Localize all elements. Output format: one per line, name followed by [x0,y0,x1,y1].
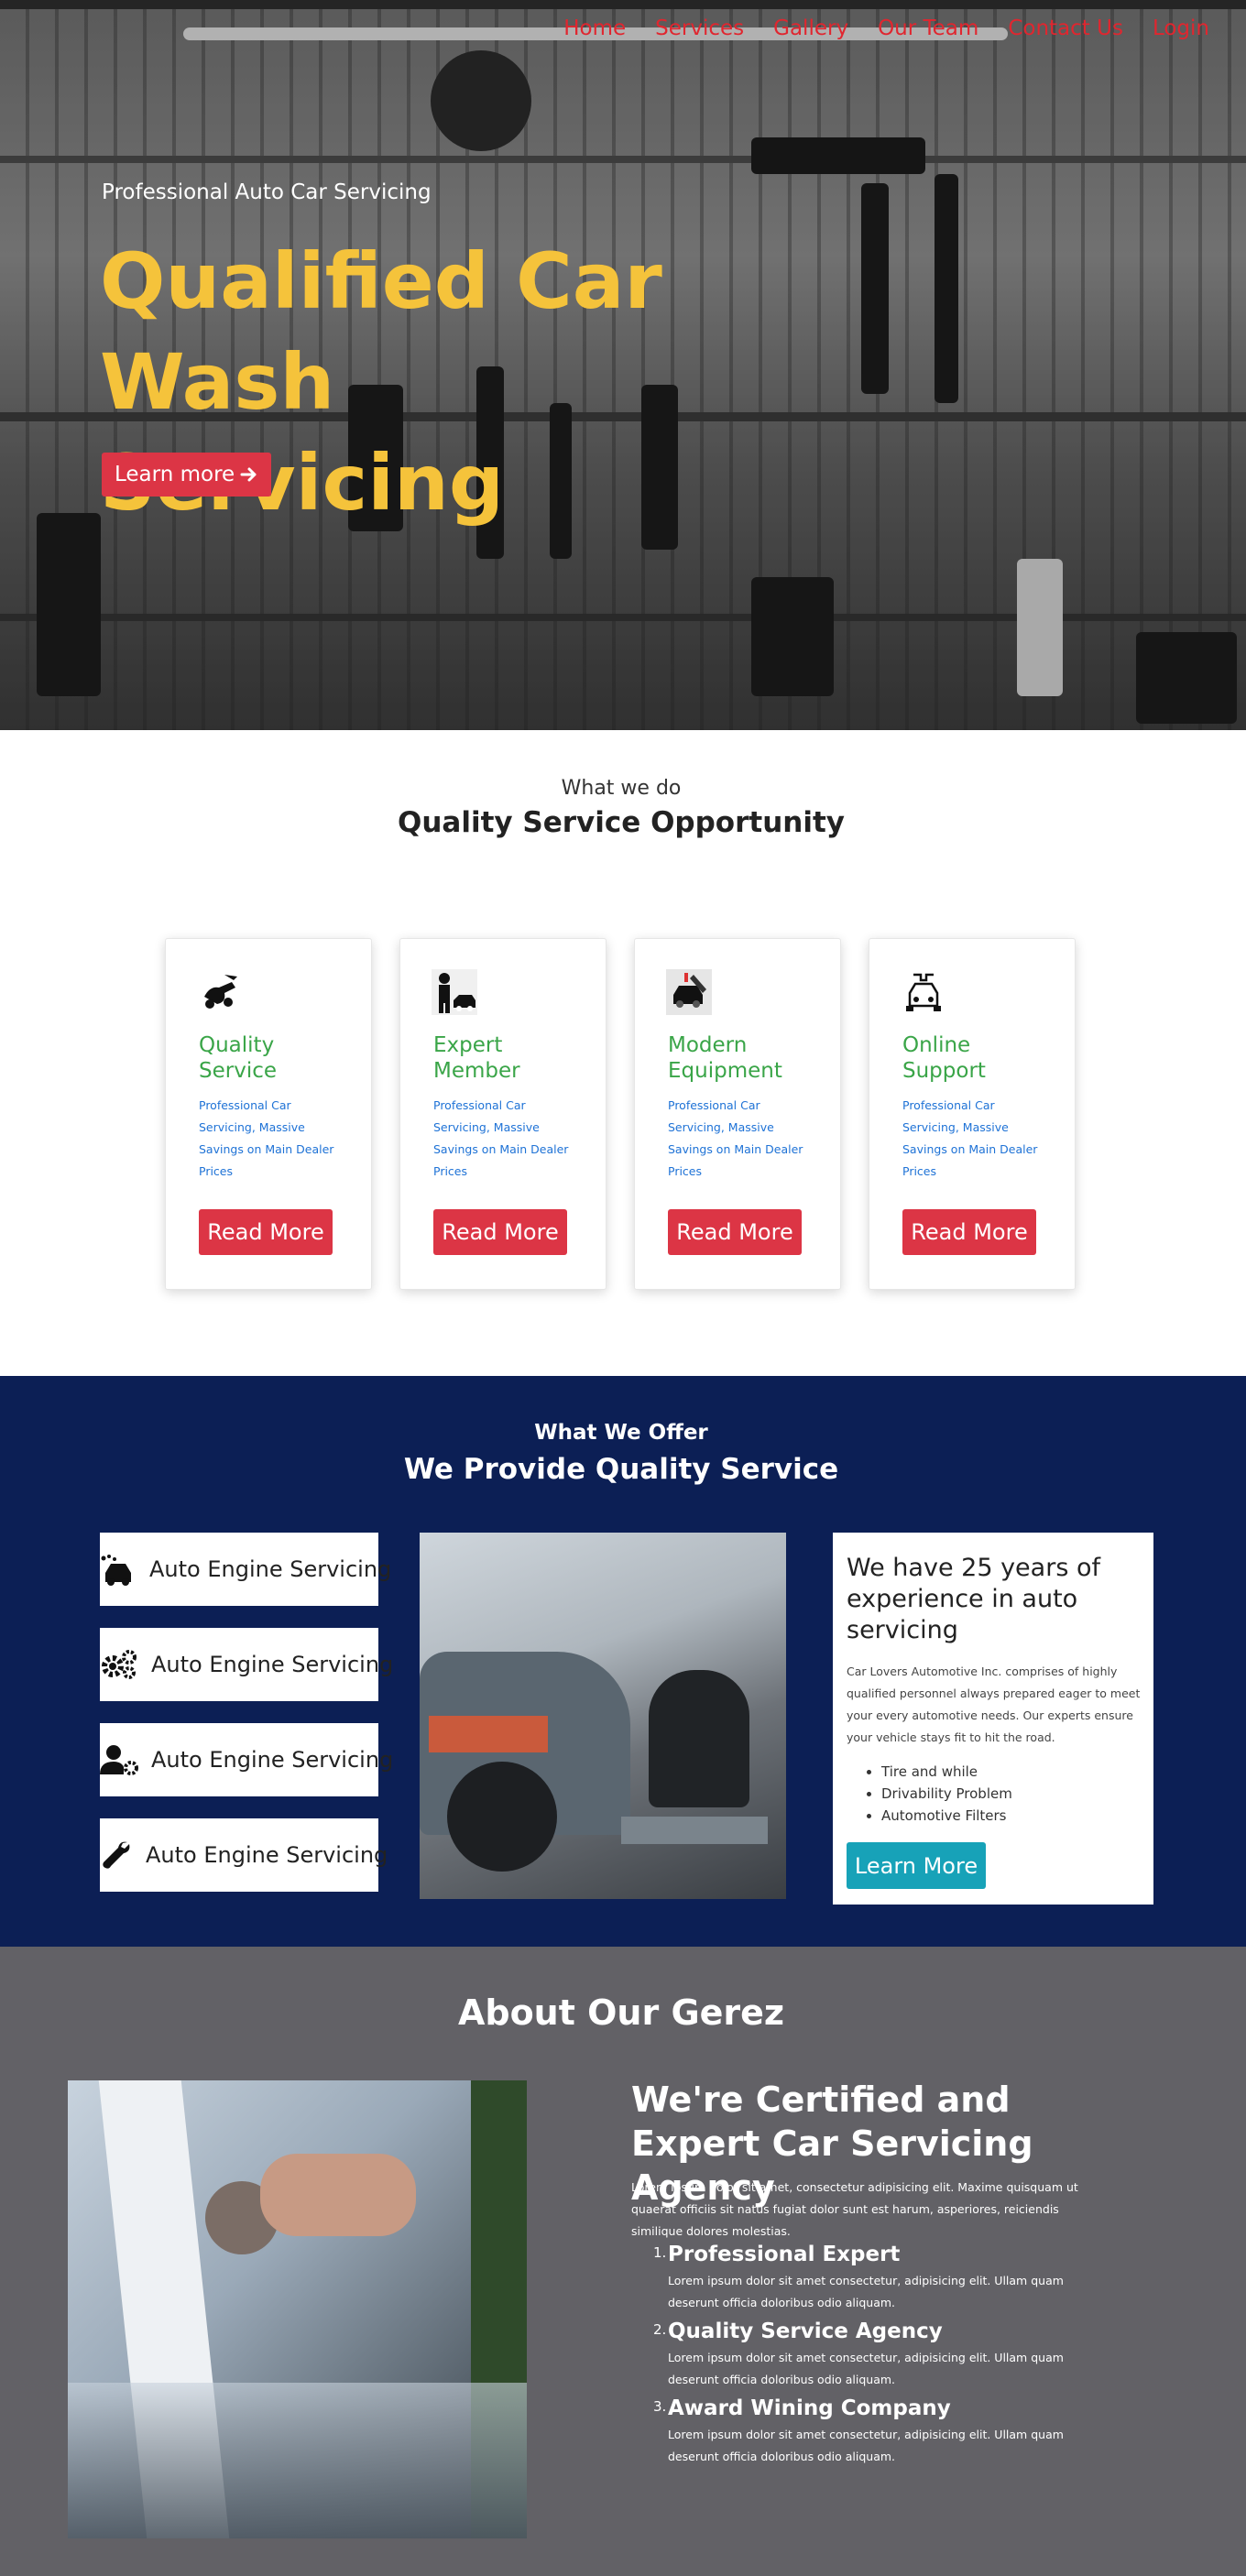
about-item: 2. Quality Service Agency Lorem ipsum do… [631,2316,1144,2393]
service-item[interactable]: Auto Engine Servicing [100,1818,388,1892]
main-nav: Home Services Gallery Our Team Contact U… [563,16,1209,40]
nav-services[interactable]: Services [655,16,744,40]
service-card: Online Support Professional Car Servicin… [869,938,1076,1290]
user-gear-icon [100,1740,138,1780]
experience-list: Tire and while Drivability Problem Autom… [881,1761,1012,1827]
photo-car-wheel [447,1762,557,1872]
experience-bullet: Automotive Filters [881,1805,1012,1827]
card-title: Online Support [902,1033,986,1083]
offer-title: We Provide Quality Service [403,1453,839,1486]
experience-bullet: Drivability Problem [881,1783,1012,1805]
gears-icon [100,1644,138,1685]
service-card: Expert Member Professional Car Servicing… [399,938,607,1290]
offer-label: What We Offer [534,1421,708,1445]
mechanic-icon [432,969,477,1015]
about-item: 1. Professional Expert Lorem ipsum dolor… [631,2239,1144,2316]
nav-gallery[interactable]: Gallery [773,16,848,40]
read-more-button[interactable]: Read More [668,1209,802,1255]
service-item[interactable]: Auto Engine Servicing [100,1723,393,1796]
car-wash-icon [100,1549,137,1589]
experience-text: Car Lovers Automotive Inc. comprises of … [847,1665,1141,1744]
about-item-text: Lorem ipsum dolor sit amet consectetur, … [668,2428,1064,2463]
about-item: 3. Award Wining Company Lorem ipsum dolo… [631,2393,1144,2470]
photo-floor-stand [621,1817,768,1844]
experience-bullet: Tire and while [881,1761,1012,1783]
nav-contact-us[interactable]: Contact Us [1008,16,1123,40]
grinding-photo [68,2080,527,2538]
card-text: Professional Car Servicing, Massive Savi… [668,1098,803,1178]
about-item-text: Lorem ipsum dolor sit amet consectetur, … [668,2274,1064,2309]
nav-our-team[interactable]: Our Team [878,16,978,40]
wrench-car-icon [204,975,237,1009]
what-we-do-label: What we do [561,777,682,800]
wrench-icon [100,1835,133,1875]
about-item-number: 2. [653,2321,667,2338]
nav-login[interactable]: Login [1153,16,1209,40]
learn-more-button[interactable]: Learn more [102,453,272,497]
service-label: Auto Engine Servicing [151,1747,394,1773]
photo-car-stripe [429,1716,548,1752]
card-title: Quality Service [199,1033,278,1083]
about-list: 1. Professional Expert Lorem ipsum dolor… [631,2239,1144,2470]
experience-card: We have 25 years of experience in auto s… [833,1533,1153,1905]
photo-hands [260,2154,416,2236]
experience-learn-more-button[interactable]: Learn More [847,1842,986,1889]
about-item-number: 1. [653,2244,667,2261]
service-card: Quality Service Professional Car Servici… [165,938,372,1290]
photo-car-frame [68,2383,527,2538]
about-intro: Lorem ipsum dolor sit amet, consectetur … [631,2180,1078,2238]
learn-more-label: Learn more [115,463,235,486]
read-more-button[interactable]: Read More [902,1209,1036,1255]
nav-home[interactable]: Home [563,16,626,40]
about-item-title: Quality Service Agency [668,2319,943,2343]
service-item[interactable]: Auto Engine Servicing [100,1628,393,1701]
card-text: Professional Car Servicing, Massive Savi… [199,1098,334,1178]
what-we-do-title: Quality Service Opportunity [397,806,845,839]
service-label: Auto Engine Servicing [149,1556,392,1582]
about-item-title: Award Wining Company [668,2396,951,2420]
about-item-text: Lorem ipsum dolor sit amet consectetur, … [668,2351,1064,2386]
service-card: Modern Equipment Professional Car Servic… [634,938,841,1290]
card-title: Expert Member [433,1033,520,1083]
about-item-title: Professional Expert [668,2243,901,2266]
read-more-button[interactable]: Read More [199,1209,333,1255]
car-support-icon [906,973,941,1011]
card-title: Modern Equipment [668,1033,782,1083]
arrow-right-icon [240,467,257,482]
service-label: Auto Engine Servicing [151,1652,394,1677]
photo-mechanic [649,1670,749,1807]
race-car-photo [420,1533,786,1899]
service-item[interactable]: Auto Engine Servicing [100,1533,391,1606]
read-more-button[interactable]: Read More [433,1209,567,1255]
hero-subtitle: Professional Auto Car Servicing [102,180,432,204]
about-title: About Our Gerez [457,1992,785,2033]
service-label: Auto Engine Servicing [146,1842,388,1868]
about-item-number: 3. [653,2398,667,2415]
experience-title: We have 25 years of experience in auto s… [847,1554,1100,1644]
equipment-icon [666,969,712,1015]
card-text: Professional Car Servicing, Massive Savi… [902,1098,1038,1178]
card-text: Professional Car Servicing, Massive Savi… [433,1098,569,1178]
